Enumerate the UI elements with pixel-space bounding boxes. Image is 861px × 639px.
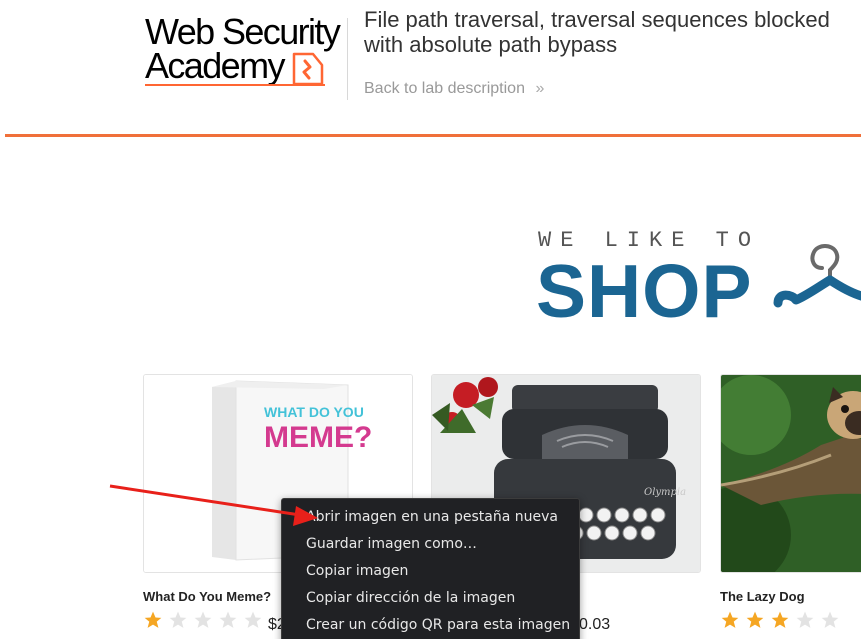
logo-flask-icon: [292, 52, 324, 86]
svg-text:Olympia: Olympia: [644, 487, 686, 498]
star-filled-icon: [771, 611, 789, 628]
menu-item-copy-image[interactable]: Copiar imagen: [306, 559, 408, 583]
star-empty-icon: [796, 611, 814, 628]
page: Web Security Academy File path traversal…: [0, 0, 861, 639]
product-rating: [720, 610, 840, 630]
star-empty-icon: [244, 611, 262, 628]
star-filled-icon: [746, 611, 764, 628]
product-price: 0.03: [579, 616, 611, 633]
header-divider: [347, 18, 348, 100]
menu-item-save-image-as[interactable]: Guardar imagen como…: [306, 532, 477, 556]
menu-item-copy-image-address[interactable]: Copiar dirección de la imagen: [306, 586, 515, 610]
menu-item-open-image-new-tab[interactable]: Abrir imagen en una pestaña nueva: [306, 505, 558, 529]
star-empty-icon: [169, 611, 187, 628]
meme-box-text-top: WHAT DO YOU: [264, 404, 364, 420]
lab-title: File path traversal, traversal sequences…: [364, 7, 830, 57]
logo-underline: [145, 84, 325, 86]
star-empty-icon: [194, 611, 212, 628]
double-chevron-right-icon: »: [535, 80, 545, 97]
star-filled-icon: [721, 611, 739, 628]
header-orange-rule: [5, 134, 861, 137]
star-empty-icon: [821, 611, 839, 628]
menu-item-create-qr-code[interactable]: Crear un código QR para esta imagen: [306, 613, 570, 637]
logo-text-line2: Academy: [145, 45, 285, 86]
back-to-lab-description-link[interactable]: Back to lab description »: [364, 80, 544, 98]
product-card-the-lazy-dog[interactable]: [720, 374, 861, 573]
star-filled-icon: [144, 611, 162, 628]
product-image-lazy-dog[interactable]: [721, 375, 861, 572]
web-security-academy-logo[interactable]: Web Security Academy: [145, 12, 350, 87]
clothes-hanger-icon: [773, 244, 861, 308]
product-rating: [143, 610, 263, 630]
back-link-label: Back to lab description: [364, 80, 525, 97]
image-context-menu: Abrir imagen en una pestaña nueva Guarda…: [281, 498, 580, 639]
product-name[interactable]: The Lazy Dog: [720, 589, 805, 604]
hero-headline: SHOP: [536, 249, 753, 333]
product-name[interactable]: What Do You Meme?: [143, 589, 271, 604]
meme-box-text-main: MEME?: [264, 421, 372, 454]
star-empty-icon: [219, 611, 237, 628]
